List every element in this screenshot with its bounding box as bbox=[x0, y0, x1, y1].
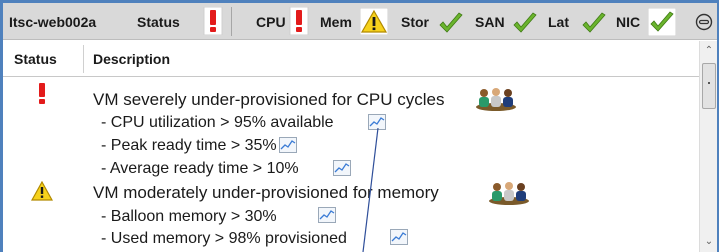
finding-detail: - CPU utilization > 95% available bbox=[101, 114, 334, 131]
vm-name: Itsc-web002a bbox=[9, 13, 97, 30]
metric-nic-label: NIC bbox=[616, 13, 641, 30]
scroll-up-arrow-icon[interactable]: ⌃ bbox=[700, 43, 718, 59]
grip-icon bbox=[708, 82, 710, 90]
column-header-status[interactable]: Status bbox=[14, 41, 57, 77]
trend-chart-icon[interactable] bbox=[318, 207, 336, 223]
trend-chart-icon[interactable] bbox=[279, 137, 297, 153]
column-header-description[interactable]: Description bbox=[93, 41, 170, 77]
collapse-circle-icon[interactable] bbox=[695, 13, 713, 31]
status-header-bar: Itsc-web002a Status CPU Mem Stor SAN Lat… bbox=[3, 3, 717, 40]
mem-warning-icon[interactable] bbox=[360, 8, 388, 35]
finding-detail: - Peak ready time > 35% bbox=[101, 137, 277, 154]
people-meeting-icon[interactable] bbox=[475, 86, 517, 112]
cpu-critical-icon[interactable] bbox=[289, 7, 309, 35]
scroll-down-arrow-icon[interactable]: ⌄ bbox=[700, 234, 718, 250]
finding-detail: - Balloon memory > 30% bbox=[101, 208, 277, 225]
finding-title: VM moderately under-provisioned for memo… bbox=[93, 183, 439, 202]
finding-detail: - Average ready time > 10% bbox=[101, 160, 299, 177]
metric-stor-label: Stor bbox=[401, 13, 429, 30]
metric-cpu-label: CPU bbox=[256, 13, 286, 30]
trend-chart-icon[interactable] bbox=[390, 229, 408, 245]
san-ok-check-icon[interactable] bbox=[512, 12, 538, 34]
trend-chart-icon[interactable] bbox=[333, 160, 351, 176]
header-divider bbox=[231, 7, 232, 36]
lat-ok-check-icon[interactable] bbox=[581, 12, 607, 34]
pointer-connector-line bbox=[362, 128, 379, 252]
column-divider bbox=[83, 45, 84, 73]
stor-ok-check-icon[interactable] bbox=[438, 12, 464, 34]
metric-mem-label: Mem bbox=[320, 13, 352, 30]
finding-title: VM severely under-provisioned for CPU cy… bbox=[93, 90, 445, 109]
critical-status-icon[interactable] bbox=[203, 7, 223, 35]
vertical-scrollbar[interactable]: ⌃ ⌄ bbox=[699, 41, 717, 252]
metric-san-label: SAN bbox=[475, 13, 505, 30]
findings-table-header: Status Description bbox=[3, 41, 699, 77]
finding-detail: - Used memory > 98% provisioned bbox=[101, 230, 347, 247]
cpu-finding-critical-icon bbox=[39, 83, 45, 104]
nic-ok-check-icon[interactable] bbox=[648, 8, 676, 36]
scrollbar-thumb[interactable] bbox=[702, 63, 716, 109]
memory-finding-warning-icon bbox=[31, 181, 53, 201]
metric-lat-label: Lat bbox=[548, 13, 569, 30]
people-meeting-icon[interactable] bbox=[488, 180, 530, 206]
overall-status-label: Status bbox=[137, 13, 180, 30]
